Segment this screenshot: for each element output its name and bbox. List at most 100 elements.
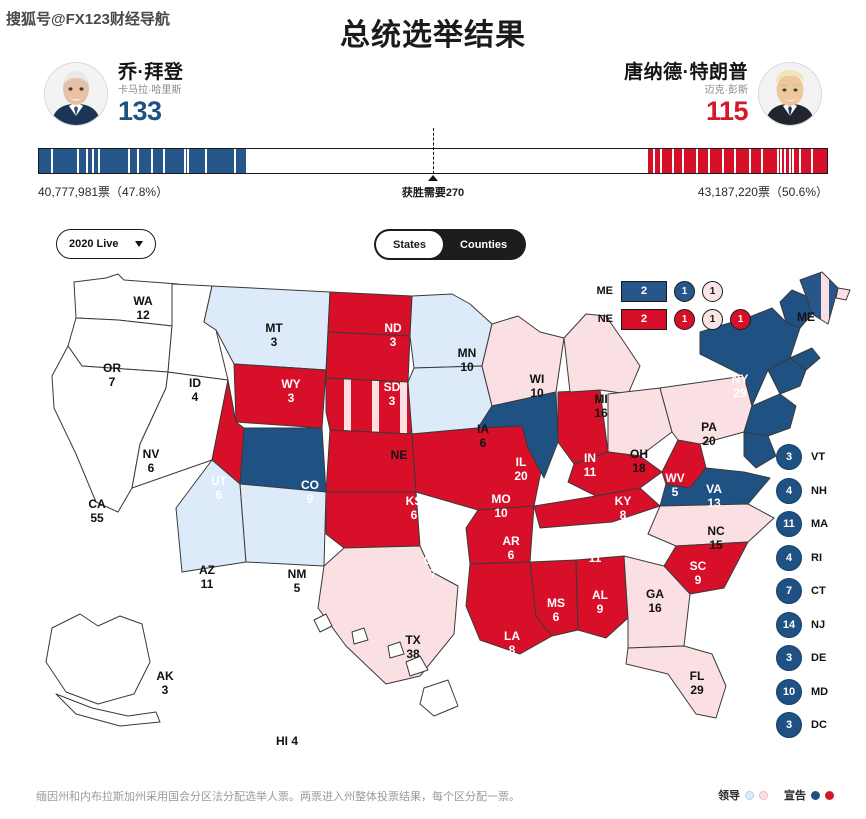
map-state-mn[interactable]: MN 10 (458, 346, 477, 375)
map-state-mo[interactable]: MO 10 (491, 492, 511, 521)
district-statewide-box[interactable]: 2 (621, 308, 667, 330)
map-state-mt[interactable]: MT 3 (265, 321, 282, 350)
map-state-az[interactable]: AZ 11 (199, 563, 215, 592)
map-state-ky[interactable]: KY 8 (615, 494, 632, 523)
state-abbr: LA (504, 629, 520, 644)
state-abbr: AK (156, 669, 174, 684)
state-abbr: ND (384, 321, 402, 336)
district-dot[interactable]: 1 (674, 280, 695, 302)
map-state-il[interactable]: IL 20 (514, 455, 527, 484)
year-dropdown-value: 2020 Live (69, 238, 119, 250)
state-abbr: GA (646, 587, 664, 602)
small-state-abbr: DE (811, 652, 827, 664)
state-ev: 3 (161, 683, 169, 697)
map-state-hi[interactable]: HI 4 (276, 734, 298, 749)
map-state-sd[interactable]: SD 3 (384, 380, 401, 409)
map-state-pa[interactable]: PA 20 (701, 420, 717, 449)
map-state-fl[interactable]: FL 29 (690, 669, 705, 698)
map-state-me[interactable]: ME (797, 310, 815, 325)
map-state-in[interactable]: IN 11 (584, 451, 597, 480)
state-ev: 11 (200, 577, 214, 591)
running-mate-name: 卡马拉·哈里斯 (118, 84, 182, 96)
state-abbr: MO (491, 492, 511, 507)
small-state-row-dc[interactable]: 3 DC (776, 712, 833, 738)
map-state-ks[interactable]: KS 6 (406, 494, 423, 523)
district-legend-row-me: ME 2 1 1 (587, 280, 758, 302)
small-state-row-ct[interactable]: 7 CT (776, 578, 833, 604)
map-state-nm[interactable]: NM 5 (288, 567, 307, 596)
small-state-row-nh[interactable]: 4 NH (776, 477, 833, 504)
district-legend-row-ne: NE 2 1 1 1 (587, 308, 758, 330)
map-state-nv[interactable]: NV 6 (143, 447, 160, 476)
map-state-al[interactable]: AL 9 (592, 588, 608, 617)
small-state-abbr: NH (811, 484, 827, 497)
small-state-row-ma[interactable]: 11 MA (776, 511, 833, 537)
district-dot[interactable]: 1 (674, 308, 695, 330)
view-toggle[interactable]: States Counties (374, 229, 527, 260)
tab-counties[interactable]: Counties (443, 231, 525, 258)
map-state-ut[interactable]: UT 6 (211, 474, 227, 503)
map-state-ca[interactable]: CA 55 (88, 497, 105, 526)
map-state-co[interactable]: CO 9 (301, 478, 319, 507)
state-abbr: AL (592, 588, 608, 603)
map-state-nc[interactable]: NC 15 (707, 524, 724, 553)
map-state-sc[interactable]: SC 9 (689, 559, 707, 588)
threshold-line (433, 128, 434, 174)
map-state-ak[interactable]: AK 3 (156, 669, 174, 698)
electoral-vote-count: 133 (118, 96, 162, 127)
map-state-ny[interactable]: NY 29 (732, 372, 749, 401)
map-state-wi[interactable]: WI 10 (530, 372, 545, 401)
small-state-ev: 10 (776, 678, 802, 705)
map-state-ok[interactable]: OK 7 (424, 553, 442, 582)
map-state-ne[interactable]: NE (391, 448, 408, 463)
chevron-down-icon (135, 241, 143, 247)
small-state-row-md[interactable]: 10 MD (776, 678, 833, 705)
district-split-legend: ME 2 1 1 NE 2 1 1 1 (587, 280, 758, 336)
state-abbr: PA (701, 420, 717, 435)
map-state-nd[interactable]: ND 3 (384, 321, 402, 350)
state-ev: 55 (90, 511, 104, 525)
small-state-abbr: NJ (811, 618, 826, 631)
map-state-wv[interactable]: WV 5 (665, 471, 684, 500)
us-electoral-map[interactable]: WA 12 OR 7 CA 55 NV 6 ID 4 MT 3 WY 3 UT 6 CO 9 AZ 11 NM 5 ND 3 S… (0, 266, 866, 776)
state-abbr: OR (103, 361, 121, 376)
candidate-name: 唐纳德·特朗普 (624, 61, 748, 83)
small-state-row-vt[interactable]: 3 VT (776, 444, 833, 470)
map-state-tn[interactable]: TN 11 (587, 537, 603, 566)
small-state-row-de[interactable]: 3 DE (776, 645, 833, 671)
year-dropdown[interactable]: 2020 Live (56, 229, 156, 259)
legend-leading: 领导 (718, 787, 768, 803)
map-state-ar[interactable]: AR 6 (502, 534, 519, 563)
small-state-ev: 11 (776, 511, 802, 537)
small-state-row-ri[interactable]: 4 RI (776, 544, 833, 571)
district-statewide-box[interactable]: 2 (621, 280, 667, 302)
small-state-list[interactable]: 3 VT 4 NH 11 MA 4 RI 7 CT 14 NJ 3 DE 10 MD 3 DC (776, 444, 833, 746)
map-state-ia[interactable]: IA 6 (477, 422, 489, 451)
map-state-ms[interactable]: MS 6 (547, 596, 565, 625)
biden-photo (44, 62, 108, 126)
map-state-wy[interactable]: WY 3 (281, 377, 300, 406)
map-state-la[interactable]: LA 8 (504, 629, 520, 658)
map-state-id[interactable]: ID 4 (189, 376, 201, 405)
state-ev: 4 (191, 390, 199, 404)
state-ev: 6 (479, 436, 487, 450)
candidate-name: 乔·拜登 (118, 61, 184, 83)
map-state-tx[interactable]: TX 38 (405, 633, 420, 662)
state-ev: 7 (108, 375, 116, 389)
legend-leading-blue-dot (745, 790, 754, 800)
state-abbr: IL (515, 455, 527, 470)
district-dot[interactable]: 1 (702, 308, 723, 330)
state-abbr: SC (689, 559, 707, 574)
map-state-va[interactable]: VA 13 (706, 482, 722, 511)
small-state-row-nj[interactable]: 14 NJ (776, 611, 833, 638)
district-dot[interactable]: 1 (702, 280, 723, 302)
map-state-ga[interactable]: GA 16 (646, 587, 664, 616)
district-legend-abbr: ME (596, 285, 614, 297)
district-dot[interactable]: 1 (730, 308, 751, 330)
state-ev: 29 (690, 683, 704, 697)
map-state-mi[interactable]: MI 16 (594, 392, 607, 421)
tab-states[interactable]: States (376, 231, 444, 258)
map-state-wa[interactable]: WA 12 (133, 294, 152, 323)
map-state-or[interactable]: OR 7 (103, 361, 121, 390)
map-state-oh[interactable]: OH 18 (630, 447, 648, 476)
